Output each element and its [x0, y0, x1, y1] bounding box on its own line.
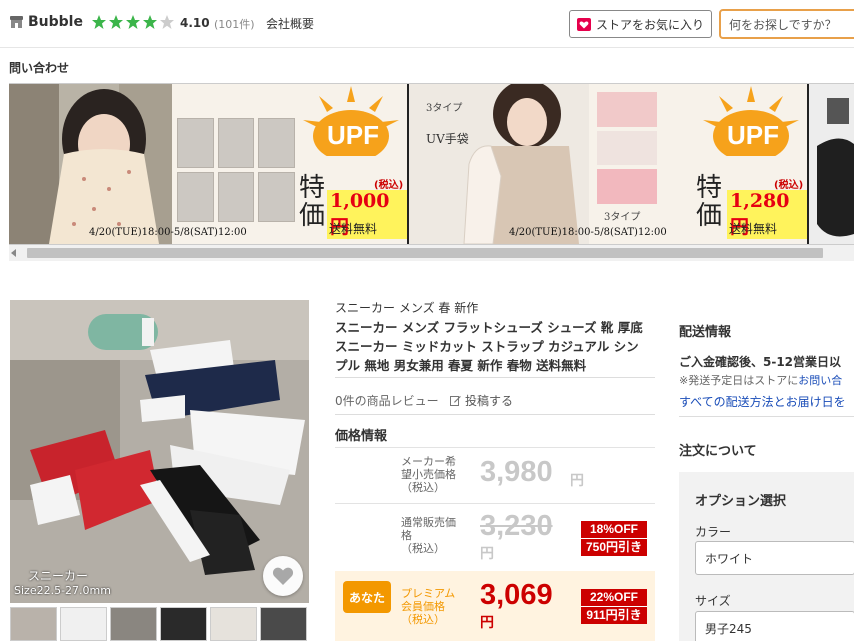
star-full-icon — [143, 15, 157, 29]
thumbnail[interactable] — [60, 607, 107, 641]
heart-icon — [577, 17, 591, 31]
image-size-caption: Size22.5-27.0mm — [14, 584, 111, 597]
regular-discount-badge: 18%OFF 750円引き — [581, 521, 647, 556]
about-company-link[interactable]: 会社概要 — [266, 15, 314, 32]
thumbnail[interactable] — [10, 607, 57, 641]
divider — [335, 414, 655, 415]
favorite-heart-button[interactable] — [263, 556, 303, 596]
special-price-label: 特 価 — [696, 173, 723, 231]
divider — [679, 416, 854, 417]
shipping-days: ご入金確認後、5-12営業日以 — [679, 355, 842, 369]
model-face-cover-photo — [9, 84, 172, 244]
regular-discount-amount: 750円引き — [585, 540, 643, 554]
rating-value: 4.10 — [180, 16, 210, 30]
size-label: サイズ — [695, 594, 731, 608]
tax-included-label: (税込) — [774, 180, 804, 191]
premium-off-percent: 22%OFF — [581, 589, 647, 607]
star-full-icon — [109, 15, 123, 29]
product-main-image[interactable] — [10, 300, 309, 603]
upf-label: UPF — [727, 120, 779, 150]
premium-price-yen: 円 — [480, 614, 494, 630]
maker-price: 3,980 — [480, 456, 553, 488]
you-badge: あなた — [343, 581, 391, 613]
favorite-store-label: ストアをお気に入り — [596, 17, 705, 32]
free-shipping-label: 送料無料 — [329, 222, 378, 236]
size-select[interactable]: 男子245 — [695, 611, 854, 641]
option-select-title: オプション選択 — [695, 494, 787, 509]
thumbnail[interactable] — [160, 607, 207, 641]
favorite-store-button[interactable]: ストアをお気に入り — [569, 10, 712, 38]
maker-price-yen: 円 — [570, 472, 584, 488]
banner-scrollbar[interactable] — [9, 245, 854, 261]
price-info-heading: 価格情報 — [335, 429, 388, 444]
product-thumbnail-grid — [177, 118, 295, 222]
shipping-note: ※発送予定日はストアにお問い合 — [679, 372, 842, 388]
star-full-icon — [92, 15, 106, 29]
shipping-info-heading: 配送情報 — [679, 325, 732, 340]
regular-price: 3,230 — [480, 510, 553, 542]
product-category-label: スニーカー メンズ 春 新作 — [335, 301, 479, 315]
product-review-count[interactable]: 0件の商品レビュー — [335, 392, 439, 409]
thumbnail[interactable] — [210, 607, 257, 641]
free-shipping-label: 送料無料 — [729, 222, 778, 236]
post-review-label: 投稿する — [465, 394, 514, 408]
image-thumbnail-strip — [10, 607, 310, 641]
regular-price-yen: 円 — [480, 545, 494, 561]
edit-icon — [450, 396, 461, 406]
all-shipping-methods-link[interactable]: すべての配送方法とお届け日を — [679, 393, 846, 410]
promo-banner-face-cover[interactable]: UPF 特 価 (税込) 1,000 円 送料無料 4/20(TUE)18:00… — [9, 84, 407, 244]
promo-banner-sandals[interactable] — [809, 84, 854, 244]
type-tag-2: 3タイプ — [604, 212, 641, 223]
contact-store-link[interactable]: お問い合 — [798, 374, 842, 387]
premium-discount-badge: 22%OFF 911円引き — [581, 589, 647, 624]
scroll-left-arrow[interactable] — [11, 249, 16, 257]
sneakers-photo — [10, 300, 309, 603]
glove-variant-thumbs — [597, 92, 657, 205]
store-icon — [10, 16, 23, 28]
product-title: スニーカー メンズ フラットシューズ シューズ 靴 厚底スニーカー ミッドカット… — [335, 320, 643, 373]
maker-price-label: メーカー希 望小売価格 （税込） — [401, 455, 456, 494]
premium-price: 3,069 — [480, 579, 553, 611]
divider — [335, 503, 655, 504]
tax-included-label: (税込) — [374, 180, 404, 191]
premium-discount-amount: 911円引き — [586, 608, 642, 622]
divider — [335, 377, 655, 378]
star-empty-icon — [160, 15, 174, 29]
upf-label: UPF — [327, 120, 379, 150]
promo-banner-uv-gloves[interactable]: 3タイプ UV手袋 3タイプ UPF 特 価 (税込) 1,280 円 送料無料… — [409, 84, 807, 244]
color-label: カラー — [695, 525, 732, 539]
divider — [335, 447, 655, 448]
thumbnail[interactable] — [260, 607, 307, 641]
review-count[interactable]: (101件) — [214, 16, 255, 32]
store-name[interactable]: Bubble — [28, 14, 83, 30]
sale-period: 4/20(TUE)18:00-5/8(SAT)12:00 — [89, 227, 247, 238]
inquiry-link[interactable]: 問い合わせ — [9, 59, 69, 76]
post-review-link[interactable]: 投稿する — [450, 392, 513, 409]
rating-stars — [91, 14, 176, 30]
order-heading: 注文について — [679, 444, 757, 459]
shipping-note-text: ※発送予定日はストアに — [679, 374, 799, 387]
store-header: Bubble 4.10 (101件) 会社概要 ストアをお気に入り 何をお探しで… — [0, 0, 854, 48]
thumbnail[interactable] — [110, 607, 157, 641]
heart-icon — [272, 567, 294, 585]
type-tag: 3タイプ — [426, 103, 463, 114]
regular-off-percent: 18%OFF — [581, 521, 647, 539]
image-caption: スニーカー — [28, 569, 89, 583]
color-select[interactable]: ホワイト — [695, 541, 854, 575]
promo-banner-carousel[interactable]: UPF 特 価 (税込) 1,000 円 送料無料 4/20(TUE)18:00… — [9, 83, 854, 245]
sale-period: 4/20(TUE)18:00-5/8(SAT)12:00 — [509, 227, 667, 238]
special-price-label: 特 価 — [299, 173, 326, 231]
regular-price-label: 通常販売価 格 （税込） — [401, 516, 456, 555]
scrollbar-thumb[interactable] — [27, 248, 823, 258]
uv-gloves-label: UV手袋 — [426, 132, 469, 146]
star-full-icon — [126, 15, 140, 29]
search-input[interactable]: 何をお探しですか？ — [719, 9, 854, 39]
premium-price-label: プレミアム 会員価格 （税込） — [401, 587, 456, 626]
sandal-photo — [809, 84, 854, 244]
